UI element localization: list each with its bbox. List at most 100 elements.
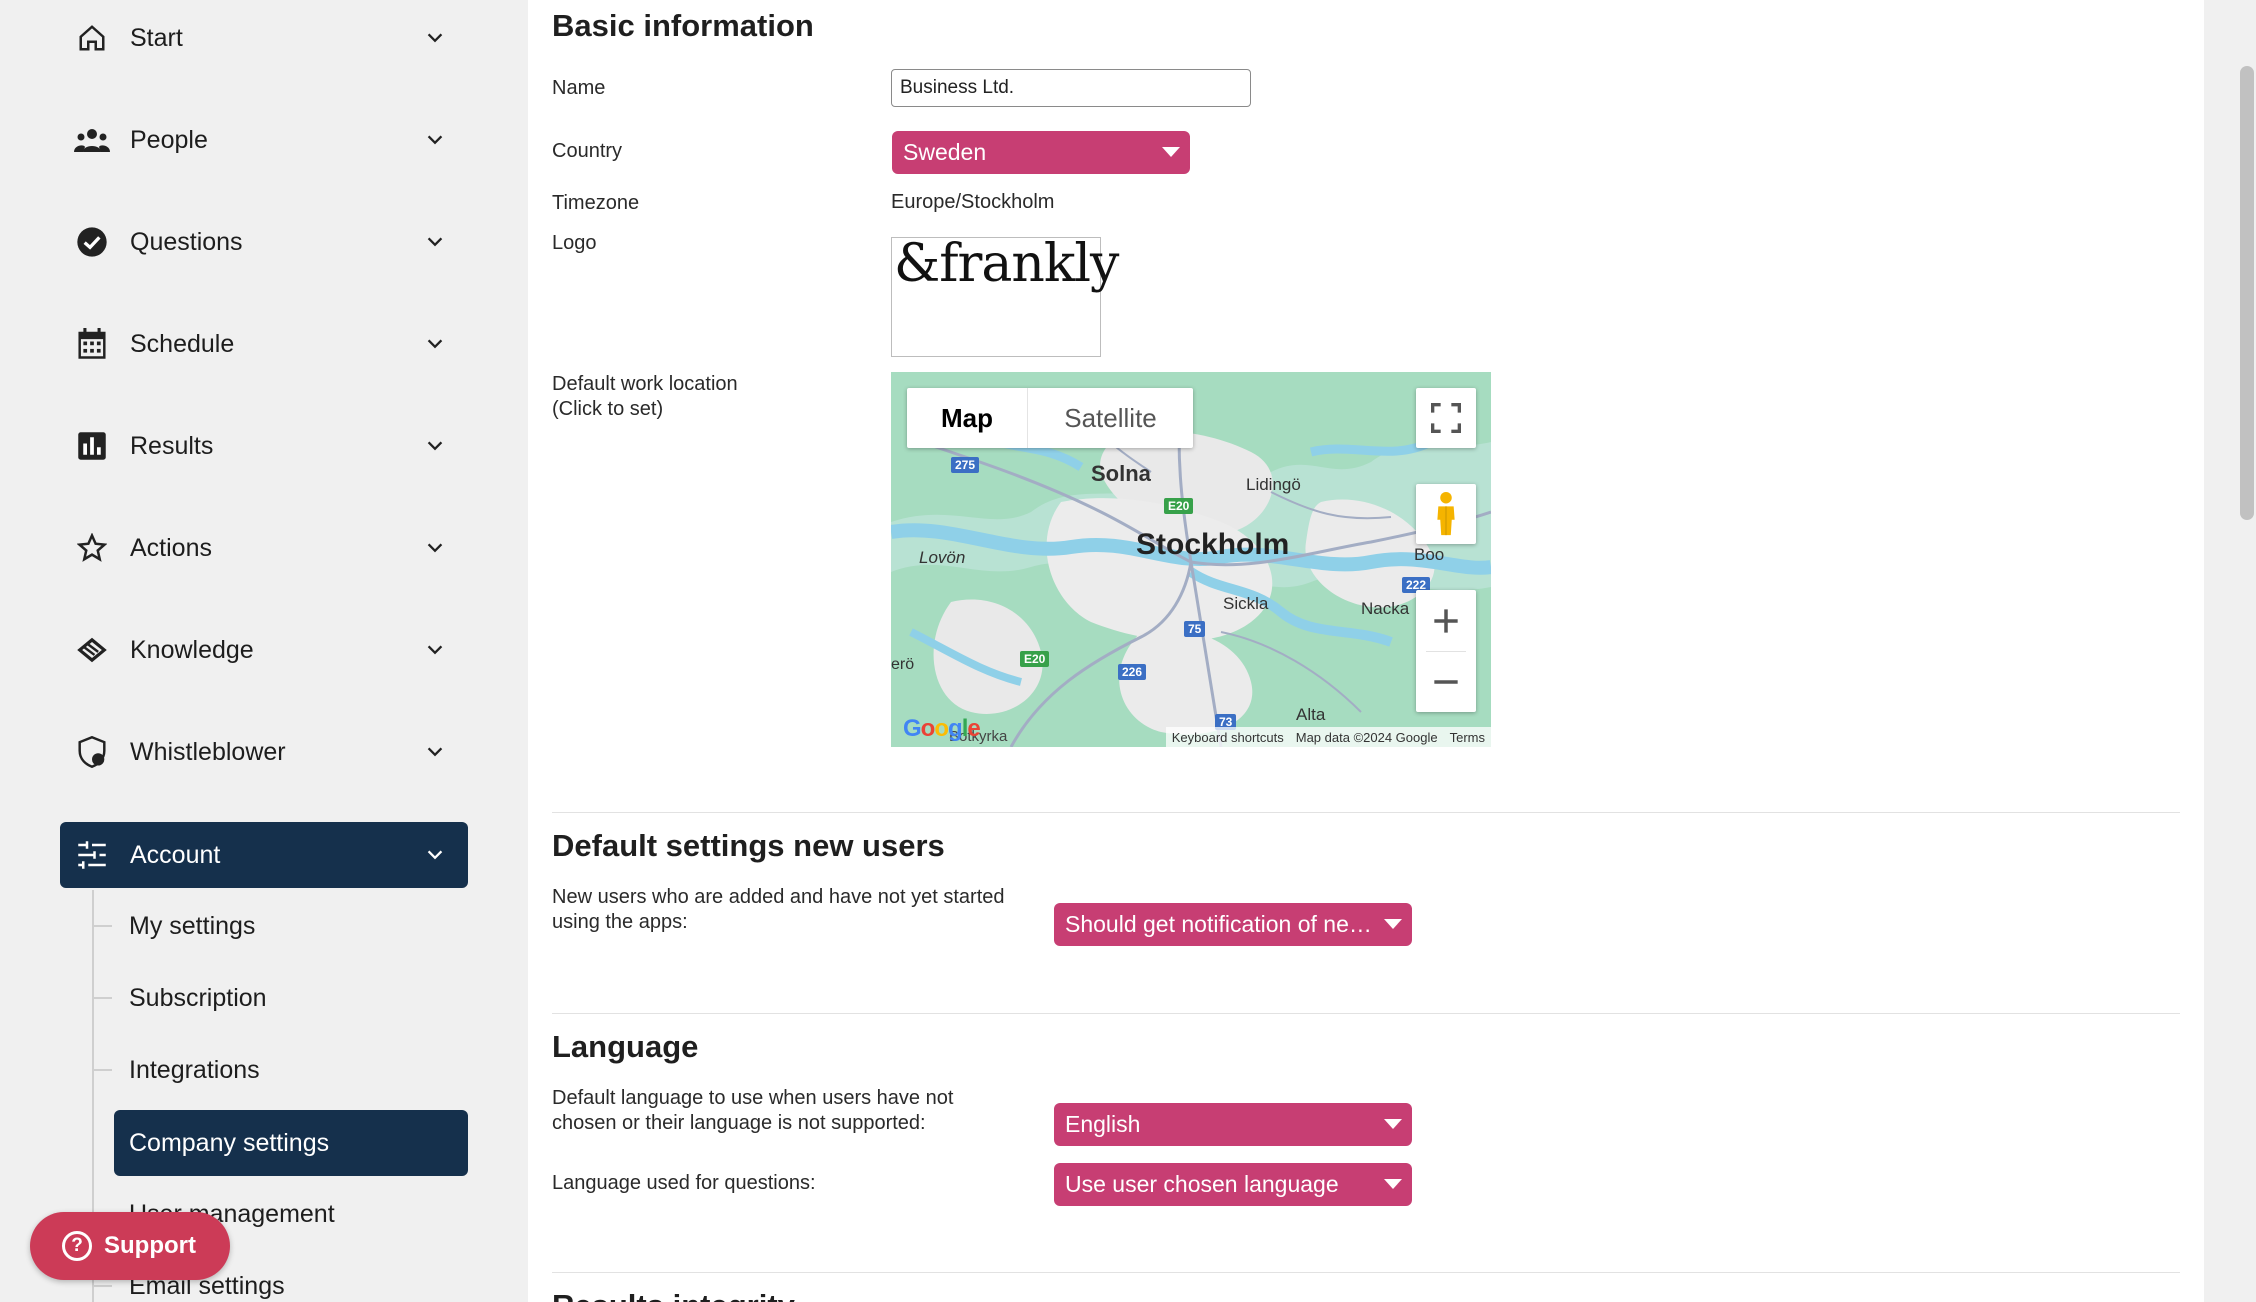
country-label: Country [552,140,623,162]
support-label: Support [104,1232,196,1259]
sidebar-item-label: Account [130,840,221,869]
sidebar-subitem-label: Subscription [129,983,267,1012]
plus-icon [1434,608,1458,633]
sidebar-item-account[interactable]: Account [60,822,468,888]
sidebar-subitem-company-settings[interactable]: Company settings [114,1110,468,1176]
results-integrity-title: Results integrity [552,1288,795,1302]
map-label-solna: Solna [1091,461,1151,486]
questions-language-label: Language used for questions: [552,1172,816,1194]
country-select[interactable]: Sweden [892,131,1190,174]
map-tab-satellite[interactable]: Satellite [1027,388,1193,448]
sidebar-item-start[interactable]: Start [60,5,468,71]
knowledge-icon [74,632,110,668]
sidebar-item-schedule[interactable]: Schedule [60,311,468,377]
chevron-down-icon [427,135,443,145]
new-users-notification-value: Should get notification of new questions [1065,911,1372,937]
sidebar-item-knowledge[interactable]: Knowledge [60,617,468,683]
bar-chart-icon [74,428,110,464]
map-label-stockholm: Stockholm [1136,528,1290,561]
timezone-value: Europe/Stockholm [891,191,1055,213]
map-label-lidingo: Lidingö [1246,475,1301,494]
section-divider [552,1013,2180,1014]
street-view-button[interactable] [1416,484,1476,544]
location-label: Default work location [552,373,738,395]
chevron-down-icon [427,237,443,247]
keyboard-shortcuts-link[interactable]: Keyboard shortcuts [1166,730,1290,745]
sidebar-item-actions[interactable]: Actions [60,515,468,581]
people-icon [74,122,110,158]
sidebar: Start People Questions Schedule Results [0,0,528,1302]
map-label-boo: Boo [1414,545,1445,564]
sidebar-item-results[interactable]: Results [60,413,468,479]
default-language-select[interactable]: English [1054,1103,1412,1146]
chevron-down-icon [427,645,443,655]
sidebar-item-label: Results [130,431,214,460]
default-work-location-label: Default work location (Click to set) [552,372,738,422]
location-hint: (Click to set) [552,398,664,420]
new-users-notification-select[interactable]: Should get notification of new questions [1054,903,1412,946]
map-type-toggle: Map Satellite [907,388,1193,448]
map[interactable]: Solna Lidingö Lovön Stockholm Boo Sickla… [891,372,1491,747]
calendar-icon [74,326,110,362]
logo-upload[interactable]: &frankly [891,234,1119,357]
chevron-down-icon [427,850,443,860]
terms-link[interactable]: Terms [1444,730,1491,745]
sidebar-item-label: Knowledge [130,635,254,664]
sidebar-subitem-label: Company settings [129,1128,330,1157]
road-badge-226: 226 [1118,664,1147,680]
basic-information-title: Basic information [552,8,814,43]
sidebar-item-whistleblower[interactable]: Whistleblower [60,719,468,785]
zoom-controls [1416,590,1476,712]
map-label-ekero: erö [891,656,915,673]
logo-label: Logo [552,232,597,254]
road-badge-75: 75 [1184,621,1206,637]
questions-language-value: Use user chosen language [1065,1171,1339,1197]
caret-down-icon [1384,1119,1402,1129]
pegman-icon [1437,491,1455,536]
sidebar-subitem-label: My settings [129,911,256,940]
zoom-in-button[interactable] [1416,591,1476,651]
timezone-label: Timezone [552,192,640,214]
map-attribution: Keyboard shortcuts Map data ©2024 Google… [1165,727,1491,747]
section-divider [552,812,2180,813]
sidebar-item-label: Schedule [130,329,235,358]
sidebar-subitem-subscription[interactable]: Subscription [92,965,468,1031]
sliders-icon [74,837,110,873]
questions-language-select[interactable]: Use user chosen language [1054,1163,1412,1206]
chevron-down-icon [427,33,443,43]
section-divider [552,1272,2180,1273]
zoom-out-button[interactable] [1416,652,1476,712]
support-button[interactable]: ? Support [30,1212,230,1280]
road-badge-e20: E20 [1164,498,1194,514]
sidebar-item-label: Actions [130,533,212,562]
chevron-down-icon [427,543,443,553]
check-circle-icon [74,224,110,260]
default-language-value: English [1065,1111,1141,1137]
google-logo: Google [903,715,981,742]
chevron-down-icon [427,747,443,757]
default-settings-new-users-title: Default settings new users [552,828,945,863]
sidebar-subitem-my-settings[interactable]: My settings [92,893,468,959]
caret-down-icon [1384,919,1402,929]
star-icon [74,530,110,566]
sidebar-item-questions[interactable]: Questions [60,209,468,275]
language-title: Language [552,1029,699,1064]
minus-icon [1434,679,1458,684]
scrollbar-thumb[interactable] [2240,66,2254,520]
sidebar-item-label: Questions [130,227,243,256]
help-icon: ? [62,1231,92,1261]
road-badge-275: 275 [951,457,980,473]
map-tab-map[interactable]: Map [907,388,1027,448]
sidebar-item-people[interactable]: People [60,107,468,173]
map-label-sickla: Sickla [1223,594,1269,613]
caret-down-icon [1384,1179,1402,1189]
caret-down-icon [1162,147,1180,157]
map-label-alta: Alta [1296,705,1326,724]
name-label: Name [552,77,606,99]
country-value: Sweden [903,139,987,165]
company-logo: &frankly [894,234,1119,294]
new-users-label: New users who are added and have not yet… [552,886,1005,933]
company-name-input[interactable] [891,69,1251,107]
fullscreen-button[interactable] [1416,388,1476,448]
sidebar-subitem-integrations[interactable]: Integrations [92,1037,468,1103]
